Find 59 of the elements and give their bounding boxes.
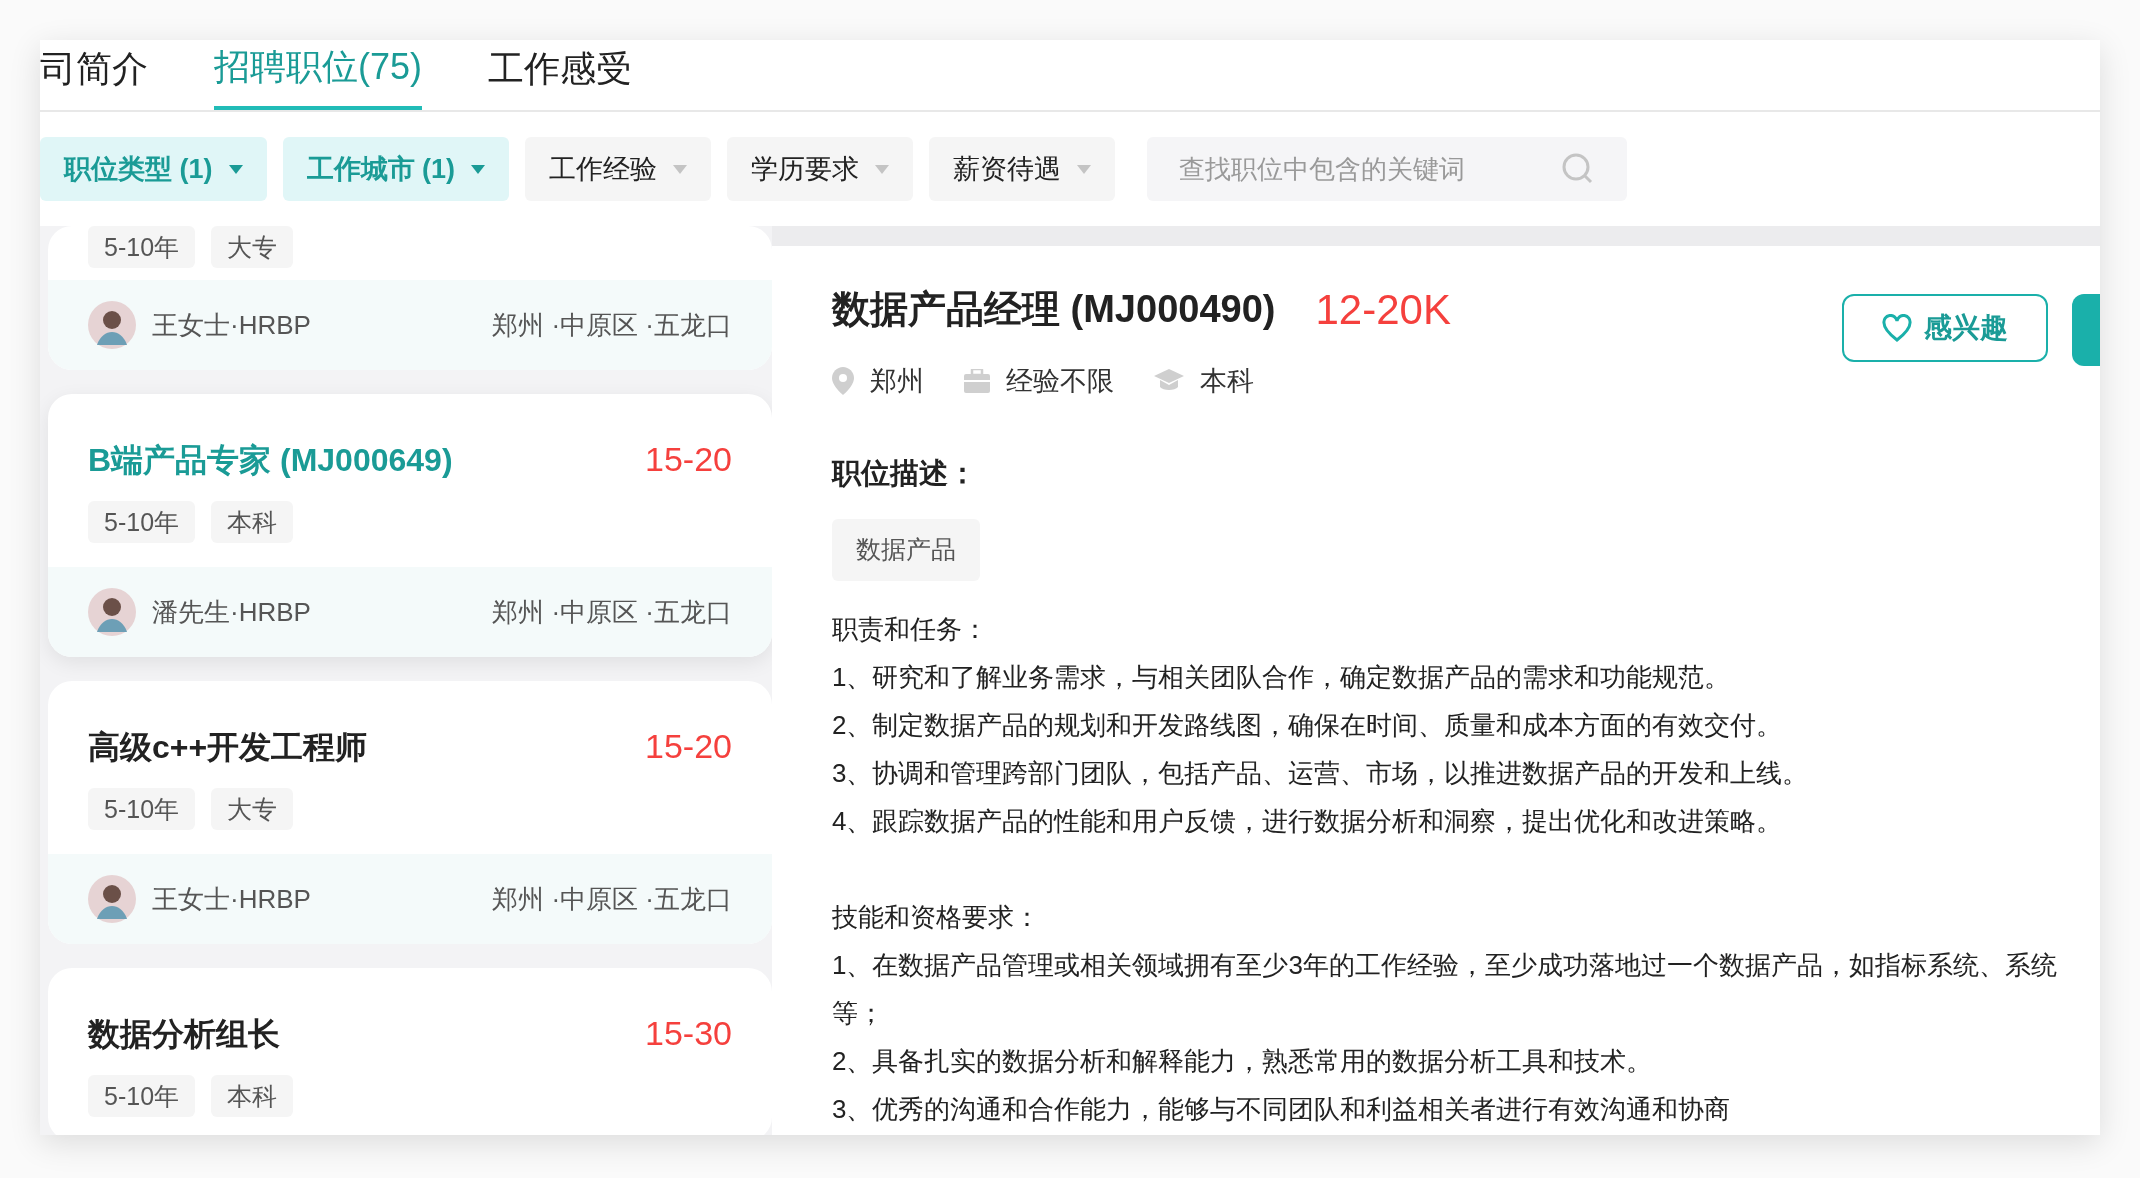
job-card[interactable]: 高级c++开发工程师 15-20 5-10年 大专 王女士·HRBP 郑州 ·中原区 ·五龙口	[48, 681, 772, 944]
location-text: 郑州 ·中原区 ·五龙口	[492, 882, 732, 916]
section-heading: 职责和任务：	[832, 612, 989, 646]
job-card[interactable]: 数据分析组长 15-30 5-10年 本科	[48, 968, 772, 1135]
recruiter-name: 王女士·HRBP	[152, 882, 311, 916]
job-title: 高级c++开发工程师	[88, 727, 368, 767]
job-tag: 大专	[211, 788, 294, 830]
action-button[interactable]	[2072, 294, 2100, 366]
salary-text: 15-20	[645, 439, 732, 480]
avatar-icon	[88, 875, 136, 923]
tab[interactable]: 工作感受	[488, 40, 633, 110]
description-line: 3、优秀的沟通和合作能力，能够与不同团队和利益相关者进行有效沟通和协商	[832, 1092, 1732, 1126]
description-line: 3、协调和管理跨部门团队，包括产品、运营、市场，以推进数据产品的开发和上线。	[832, 756, 1810, 790]
filter-dropdown[interactable]: 学历要求	[727, 137, 913, 201]
avatar-icon	[88, 301, 136, 349]
job-tag: 5-10年	[88, 501, 196, 543]
salary-text: 15-30	[645, 1013, 732, 1054]
section-heading: 技能和资格要求：	[832, 900, 1041, 934]
caret-icon	[228, 164, 243, 174]
job-card[interactable]: B端产品专家 (MJ000649) 15-20 5-10年 本科 潘先生·HRBP 郑州 ·中原区 ·五龙口	[48, 394, 772, 657]
caret-icon	[471, 164, 485, 174]
salary-text: 15-20	[645, 726, 732, 767]
location-text: 郑州 ·中原区 ·五龙口	[492, 308, 732, 342]
heart-icon	[1882, 314, 1912, 342]
description-line: 1、研究和了解业务需求，与相关团队合作，确定数据产品的需求和功能规范。	[832, 660, 1732, 694]
job-tag: 5-10年	[88, 1075, 196, 1117]
section-title: 职位描述：	[832, 455, 978, 491]
job-title: 数据分析组长	[88, 1014, 280, 1054]
caret-icon	[673, 164, 687, 174]
description-line: 2、制定数据产品的规划和开发路线图，确保在时间、质量和成本方面的有效交付。	[832, 708, 1784, 742]
job-title: B端产品专家 (MJ000649)	[88, 440, 453, 480]
briefcase-icon	[964, 369, 990, 394]
filter-dropdown[interactable]: 工作经验	[525, 137, 711, 201]
job-tag: 大专	[211, 226, 294, 268]
recruiter-name: 潘先生·HRBP	[152, 595, 311, 629]
avatar-icon	[88, 588, 136, 636]
job-tag: 5-10年	[88, 226, 196, 268]
job-tag: 本科	[211, 1075, 294, 1117]
job-title: 数据产品经理 (MJ000490)	[832, 287, 1276, 332]
search-field[interactable]: 查找职位中包含的关键词	[1147, 137, 1627, 201]
meta-text: 经验不限	[1006, 365, 1114, 398]
description-line: 4、跟踪数据产品的性能和用户反馈，进行数据分析和洞察，提出优化和改进策略。	[832, 804, 1784, 838]
job-tag: 5-10年	[88, 788, 196, 830]
meta-text: 本科	[1200, 365, 1254, 398]
meta-text: 郑州	[870, 365, 924, 398]
search-icon	[1561, 152, 1595, 186]
filter-dropdown[interactable]: 薪资待遇	[929, 137, 1115, 201]
job-card[interactable]: 5-10年 大专 王女士·HRBP 郑州 ·中原区 ·五龙口	[48, 226, 772, 370]
salary-text: 12-20K	[1315, 285, 1451, 335]
description-line: 2、具备扎实的数据分析和解释能力，熟悉常用的数据分析工具和技术。	[832, 1044, 1654, 1078]
caret-icon	[875, 164, 889, 174]
recruiter-name: 王女士·HRBP	[152, 308, 311, 342]
tab[interactable]: 司简介	[40, 40, 148, 110]
description-line: 1、在数据产品管理或相关领域拥有至少3年的工作经验，至少成功落地过一个数据产品，如指标系统、系统等；	[832, 948, 2058, 1030]
category-tag: 数据产品	[832, 519, 980, 581]
location-text: 郑州 ·中原区 ·五龙口	[492, 595, 732, 629]
caret-icon	[1077, 164, 1091, 174]
location-pin-icon	[832, 367, 854, 396]
job-tag: 本科	[211, 501, 294, 543]
